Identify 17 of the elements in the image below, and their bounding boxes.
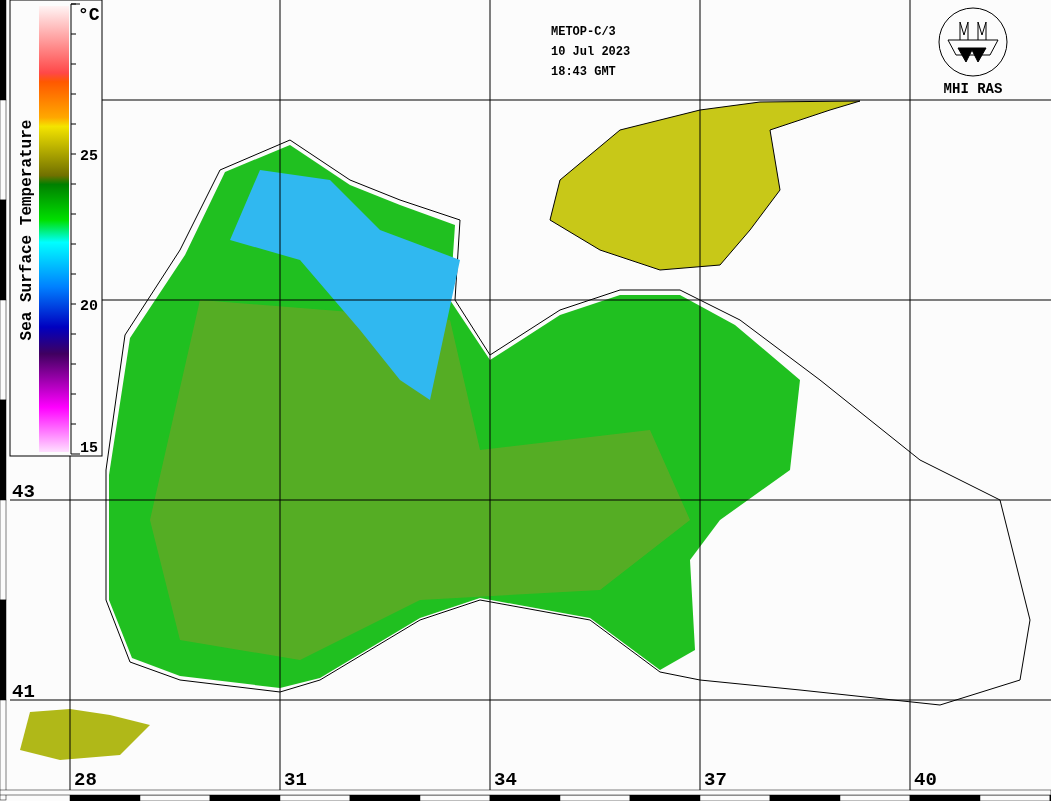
latitude-label: 43 [12, 481, 35, 503]
logo-drawing [938, 7, 1008, 77]
satellite-name: METOP-C/3 [551, 25, 616, 39]
acquisition-date: 10 Jul 2023 [551, 45, 631, 59]
longitude-label: 31 [284, 769, 307, 791]
longitude-label: 40 [914, 769, 937, 791]
longitude-label: 28 [74, 769, 97, 791]
longitude-label: 37 [704, 769, 727, 791]
acquisition-time: 18:43 GMT [551, 65, 616, 79]
temperature-unit: °C [78, 5, 100, 25]
longitude-label: 34 [494, 769, 517, 791]
logo-text: MHI RAS [943, 81, 1003, 97]
colorbar-title: Sea Surface Temperature [18, 119, 36, 341]
colorbar-tick-label: 20 [80, 298, 98, 315]
colorbar-tick-label: 25 [80, 148, 98, 165]
latitude-label: 41 [12, 681, 35, 703]
colorbar-tick-label: 15 [80, 440, 98, 457]
